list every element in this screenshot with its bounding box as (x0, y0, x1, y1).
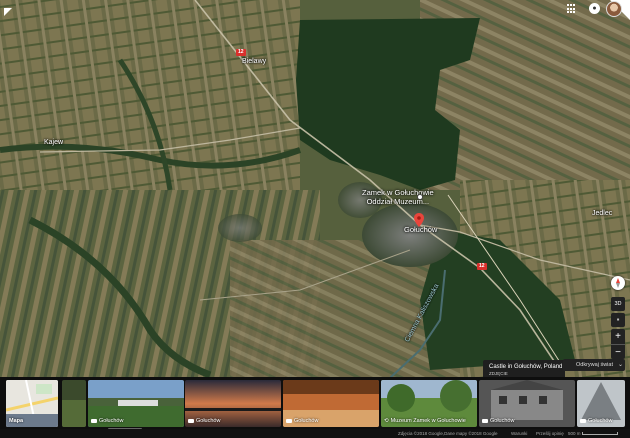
label-kajew: Kajew (44, 139, 64, 146)
favorite-icon[interactable]: ▪ (611, 313, 625, 327)
label-bielawy: Bielawy (242, 58, 267, 65)
carousel-card-5-caption: Gołuchów (482, 418, 514, 424)
chevron-down-icon: ⌄ (617, 362, 623, 368)
map-card-label: Mapa (9, 418, 24, 424)
corner-fold-icon[interactable] (4, 3, 12, 16)
carousel-card-2-caption: Gołuchów (188, 418, 220, 424)
road-shield-12-north: 12 (236, 49, 246, 56)
explore-world-button[interactable]: Odkrywaj świat ⌄ (563, 359, 625, 371)
zoom-out-button[interactable]: − (611, 345, 625, 360)
apps-grid-icon[interactable] (567, 4, 577, 14)
camera-icon (286, 419, 292, 423)
carousel-card-5[interactable]: Gołuchów (479, 380, 575, 427)
carousel-card-6[interactable]: Gołuchów (577, 380, 625, 427)
feedback-link[interactable]: Prześlij opinię (536, 429, 564, 438)
camera-icon (580, 419, 586, 423)
terms-link[interactable]: Warunki (511, 429, 527, 438)
carousel-card-3-caption: Gołuchów (286, 418, 318, 424)
zoom-in-button[interactable]: + (611, 329, 625, 344)
explore-world-label: Odkrywaj świat (576, 362, 613, 368)
scale-bar (582, 432, 618, 435)
map-view-card[interactable]: Mapa (6, 380, 58, 427)
museum-icon[interactable] (417, 194, 423, 200)
carousel-card-2[interactable]: Gołuchów (185, 380, 281, 427)
toggle-3d-button[interactable]: 3D (611, 297, 625, 311)
camera-icon (188, 419, 194, 423)
scale-label[interactable]: 500 m (568, 429, 581, 438)
avatar[interactable] (606, 1, 622, 17)
360-icon: ⟲ (384, 418, 389, 424)
road-shield-12-east: 12 (477, 263, 487, 270)
label-jedlec: Jedlec (592, 210, 613, 217)
zoom-control: + − (611, 329, 625, 359)
carousel-card-3[interactable]: Gołuchów (283, 380, 379, 427)
map-footer: Zdjęcia ©2018 Google,Dane mapy ©2018 Goo… (0, 429, 630, 438)
carousel-card-1-caption: Gołuchów (91, 418, 123, 424)
location-pin-icon[interactable] (414, 213, 424, 227)
carousel-card-4-caption: ⟲ Muzeum Zamek w Gołuchowie (384, 418, 466, 424)
imagery-attribution: Zdjęcia ©2018 Google,Dane mapy ©2018 Goo… (398, 431, 498, 436)
photo-popup-title: Castle in Gołuchów, Poland (489, 364, 563, 370)
compass-icon[interactable] (611, 276, 625, 290)
carousel-card-partial[interactable] (62, 380, 86, 427)
camera-icon (482, 419, 488, 423)
carousel-card-6-caption: Gołuchów (580, 418, 612, 424)
carousel-card-4[interactable]: ⟲ Muzeum Zamek w Gołuchowie (381, 380, 477, 427)
camera-icon (91, 419, 97, 423)
notifications-icon[interactable]: ● (589, 3, 600, 14)
carousel-card-1[interactable]: Gołuchów (88, 380, 184, 427)
photo-carousel: Mapa Gołuchów Gołuchów Gołuchów ⟲ Muzeum… (0, 377, 630, 430)
